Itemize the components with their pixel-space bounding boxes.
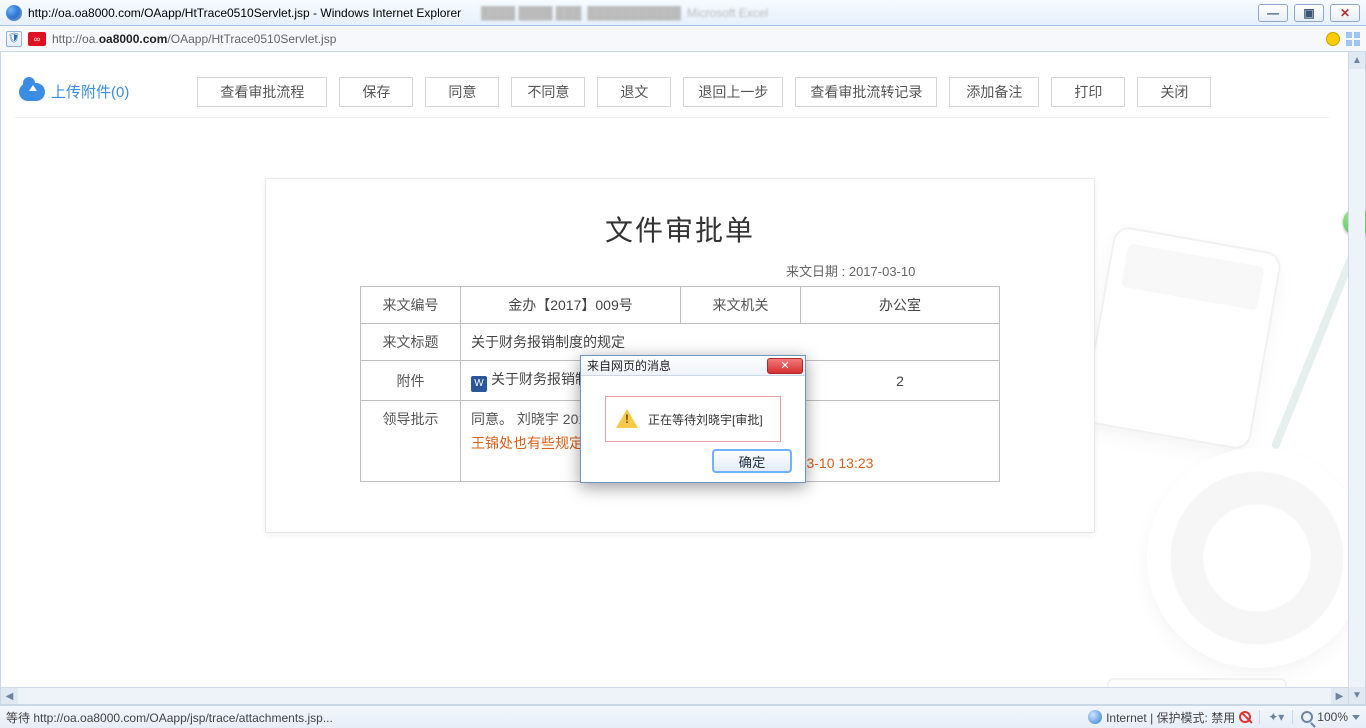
bg-app-2: ███████████ xyxy=(587,6,681,20)
apps-grid-icon[interactable] xyxy=(1346,32,1360,46)
security-shield-icon[interactable]: 🛡 xyxy=(6,31,22,47)
scroll-down-icon[interactable]: ▼ xyxy=(1349,687,1365,704)
window-close-button[interactable]: ✕ xyxy=(1330,4,1360,22)
maximize-button[interactable]: ▣ xyxy=(1294,4,1324,22)
globe-icon xyxy=(1088,710,1102,724)
dialog-close-button[interactable]: ✕ xyxy=(767,358,803,374)
vertical-scrollbar[interactable]: ▲ ▼ xyxy=(1348,52,1365,704)
zoom-value: 100% xyxy=(1317,710,1348,724)
address-bar: 🛡 ∞ http://oa.oa8000.com/OAapp/HtTrace05… xyxy=(0,26,1366,52)
alert-dialog: 来自网页的消息 ✕ 正在等待刘晓宇[审批] 确定 xyxy=(580,355,806,483)
dialog-ok-button[interactable]: 确定 xyxy=(713,450,791,472)
status-bar: 等待 http://oa.oa8000.com/OAapp/jsp/trace/… xyxy=(0,705,1366,728)
window-titlebar: http://oa.oa8000.com/OAapp/HtTrace0510Se… xyxy=(0,0,1366,26)
client-area: 上传附件(0) 查看审批流程 保存 同意 不同意 退文 退回上一步 查看审批流转… xyxy=(0,52,1366,705)
warn-dot-icon[interactable] xyxy=(1326,32,1340,46)
dialog-titlebar: 来自网页的消息 ✕ xyxy=(581,356,805,376)
horizontal-scrollbar[interactable]: ◀ ▶ xyxy=(1,687,1348,704)
scroll-right-icon[interactable]: ▶ xyxy=(1331,688,1348,704)
scroll-left-icon[interactable]: ◀ xyxy=(1,688,18,704)
background-apps: ████ ████ ███ ███████████ Microsoft Exce… xyxy=(481,6,768,20)
app-badge-icon: ∞ xyxy=(28,32,46,46)
magnifier-icon xyxy=(1301,711,1313,723)
chevron-down-icon xyxy=(1352,715,1360,720)
dialog-message: 正在等待刘晓宇[审批] xyxy=(648,411,763,428)
warning-icon xyxy=(616,409,638,429)
dialog-message-box: 正在等待刘晓宇[审批] xyxy=(605,396,781,442)
bg-app-1: ████ ████ ███ xyxy=(481,6,581,20)
url-display[interactable]: http://oa.oa8000.com/OAapp/HtTrace0510Se… xyxy=(52,32,336,46)
page: 上传附件(0) 查看审批流程 保存 同意 不同意 退文 退回上一步 查看审批流转… xyxy=(7,58,1337,682)
bg-app-3: Microsoft Excel xyxy=(687,6,768,20)
minimize-button[interactable]: — xyxy=(1258,4,1288,22)
dialog-title: 来自网页的消息 xyxy=(587,357,671,374)
window-title: http://oa.oa8000.com/OAapp/HtTrace0510Se… xyxy=(28,6,461,20)
status-text: 等待 http://oa.oa8000.com/OAapp/jsp/trace/… xyxy=(6,709,333,726)
ie-icon xyxy=(6,5,22,21)
security-zone: Internet | 保护模式: 禁用 xyxy=(1106,709,1235,726)
zoom-control[interactable]: 100% xyxy=(1301,710,1360,724)
settings-icon[interactable]: ✦▾ xyxy=(1268,710,1284,724)
scroll-up-icon[interactable]: ▲ xyxy=(1349,52,1365,69)
forbid-icon xyxy=(1239,711,1251,723)
